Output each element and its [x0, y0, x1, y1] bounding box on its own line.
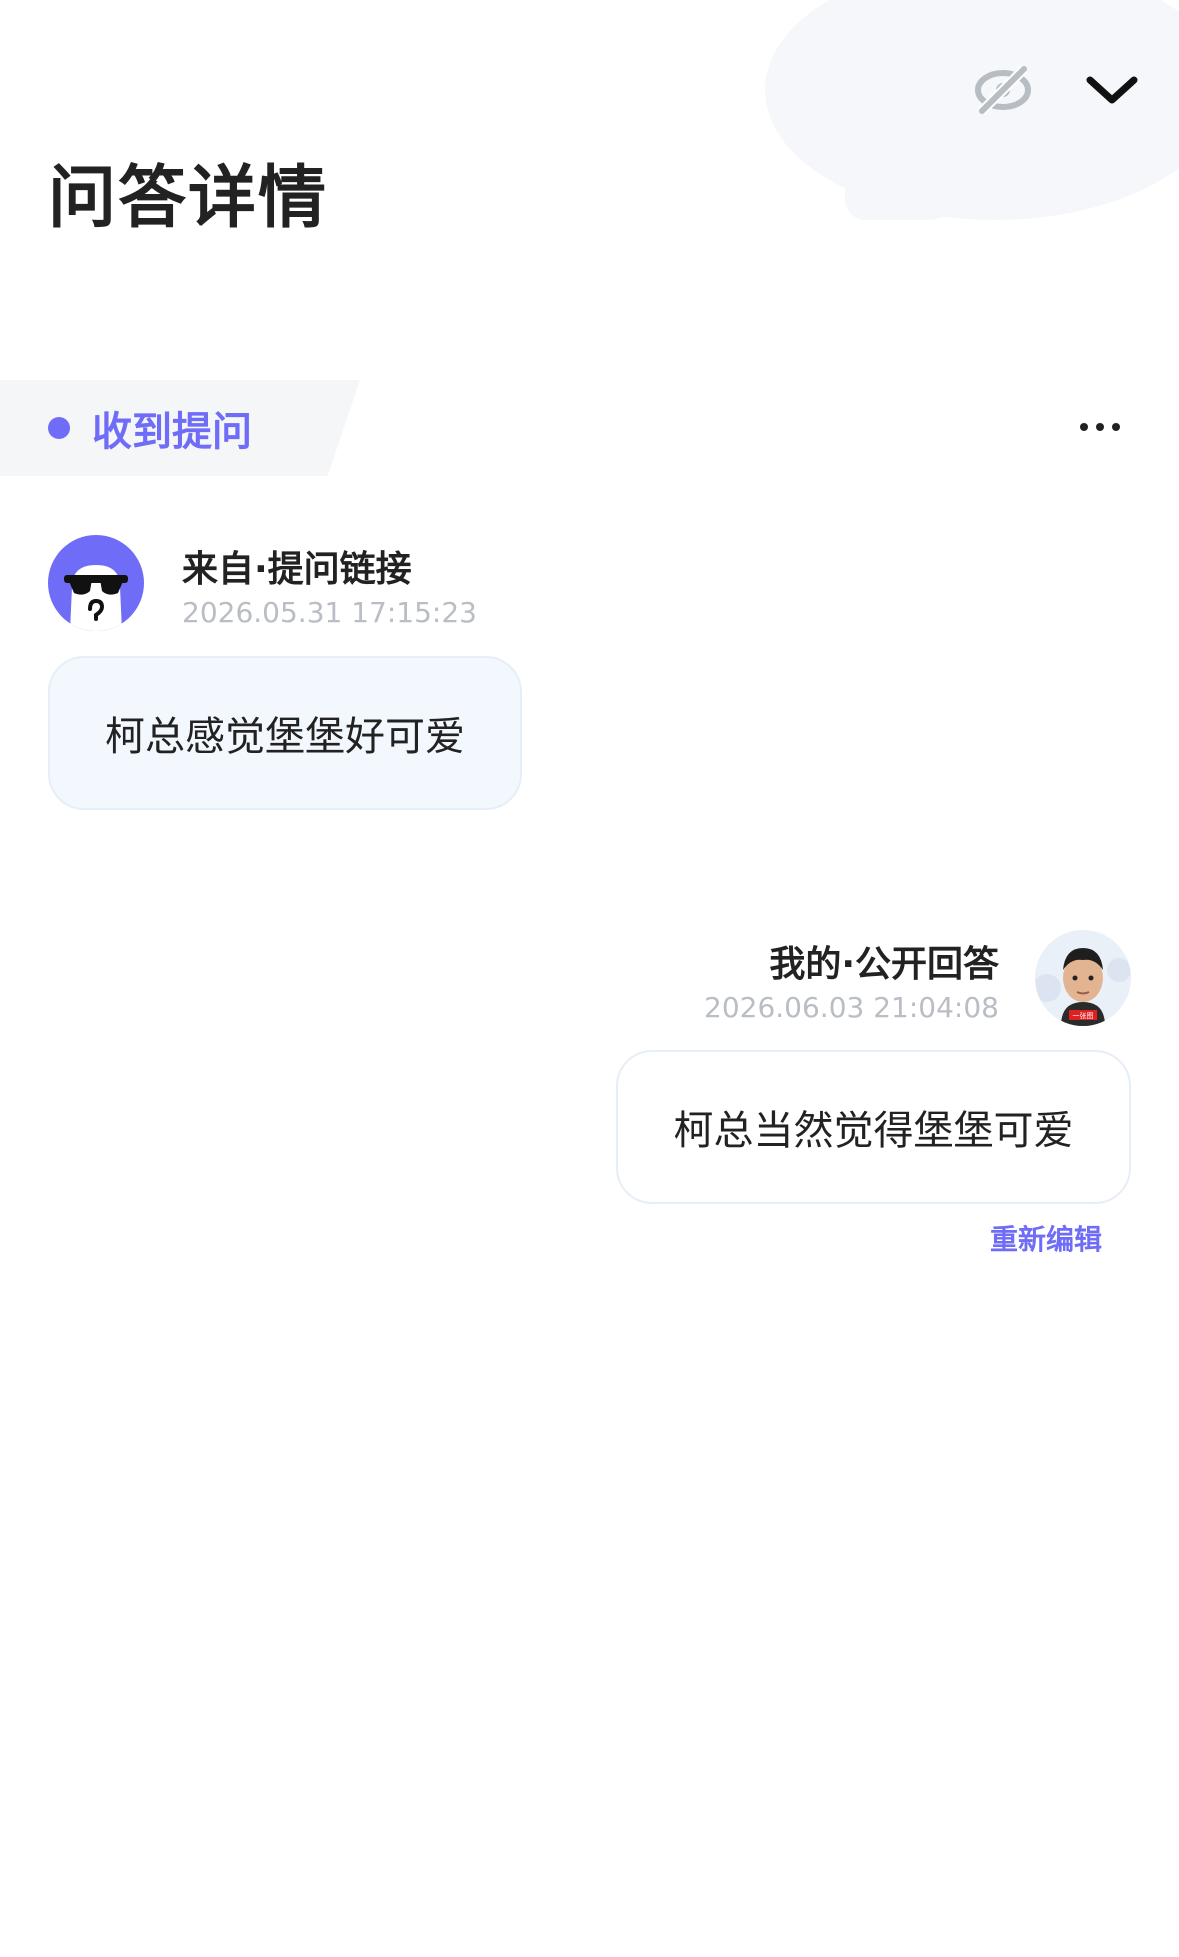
- more-options-button[interactable]: [1070, 405, 1130, 449]
- chevron-down-icon: [1086, 76, 1138, 104]
- user-photo-avatar: 一张图: [1035, 930, 1131, 1026]
- asker-avatar: [48, 535, 144, 631]
- answer-bubble: 柯总当然觉得堡堡可爱: [616, 1050, 1131, 1204]
- question-bubble: 柯总感觉堡堡好可爱: [48, 656, 522, 810]
- status-dot: [48, 417, 70, 439]
- question-source: 来自·提问链接: [182, 549, 412, 590]
- eye-off-icon: [975, 65, 1031, 115]
- more-dot: [1080, 423, 1088, 431]
- more-dot: [1096, 423, 1104, 431]
- question-time: 2026.05.31 17:15:23: [182, 596, 477, 629]
- answer-time: 2026.06.03 21:04:08: [704, 991, 999, 1024]
- my-avatar: 一张图: [1035, 930, 1131, 1026]
- section-label: 收到提问: [92, 409, 252, 455]
- more-dot: [1112, 423, 1120, 431]
- collapse-button[interactable]: [1080, 58, 1144, 122]
- visibility-toggle-button[interactable]: [968, 55, 1038, 125]
- avatar-badge: 一张图: [1073, 1011, 1094, 1020]
- anonymous-avatar-icon: [64, 565, 128, 631]
- answer-author: 我的·公开回答: [769, 944, 999, 985]
- re-edit-button[interactable]: 重新编辑: [990, 1218, 1102, 1258]
- section-tag: 收到提问: [0, 380, 360, 476]
- answer-text: 柯总当然觉得堡堡可爱: [673, 1108, 1074, 1154]
- question-text: 柯总感觉堡堡好可爱: [105, 714, 465, 760]
- page-title: 问答详情: [48, 159, 329, 238]
